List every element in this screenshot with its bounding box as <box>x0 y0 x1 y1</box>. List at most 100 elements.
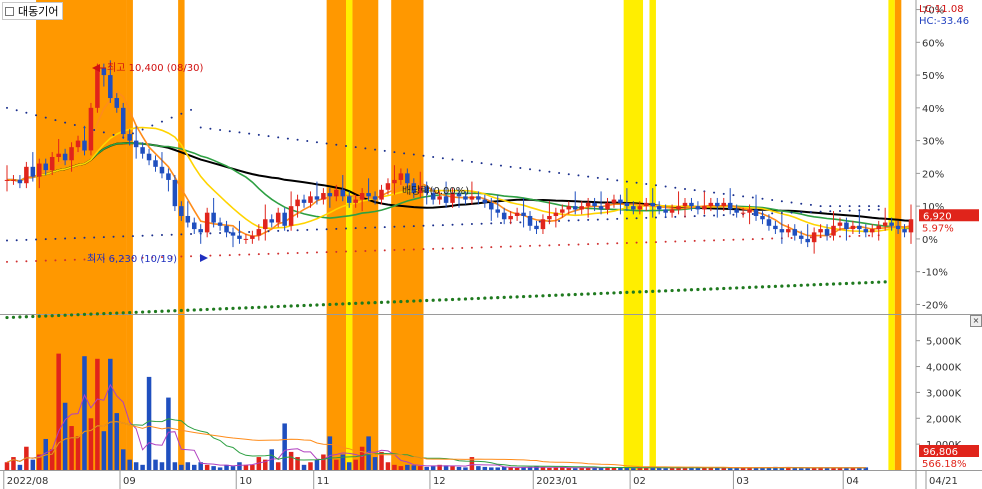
candle-body <box>495 209 501 213</box>
candle-body <box>398 173 404 180</box>
mid-envelope-dot <box>122 235 125 238</box>
candle-body <box>514 212 520 216</box>
candle-body <box>30 166 36 177</box>
lower-envelope-dot <box>790 236 793 239</box>
candle-body <box>11 179 16 181</box>
lower-envelope-dot <box>335 250 338 253</box>
volume-bar <box>166 397 171 470</box>
candle-body <box>805 238 810 243</box>
mid-envelope-dot <box>354 227 357 230</box>
bottom-envelope-dot <box>760 285 765 289</box>
candle-body <box>82 140 87 151</box>
mid-envelope-dot <box>277 229 280 232</box>
candle-body <box>405 173 410 184</box>
price-tick-label: 20% <box>922 169 944 180</box>
volume-bar <box>631 468 636 470</box>
bottom-envelope-dot <box>844 281 849 286</box>
highlight-band <box>649 0 656 470</box>
candle-body <box>69 147 74 161</box>
mid-envelope-dot <box>345 227 347 230</box>
bottom-envelope-dot <box>819 282 823 287</box>
candle-body <box>43 163 49 171</box>
candle-body <box>24 166 29 184</box>
upper-envelope-dot <box>44 116 47 119</box>
bottom-envelope-dot <box>593 292 597 296</box>
upper-envelope-dot <box>625 180 628 183</box>
bottom-envelope-dot <box>315 303 319 307</box>
upper-envelope-dot <box>170 116 173 119</box>
bottom-envelope-dot <box>141 310 145 314</box>
volume-bar <box>508 467 513 470</box>
bottom-envelope-dot <box>263 305 267 309</box>
candle-body <box>321 193 326 200</box>
volume-bar <box>456 466 462 470</box>
lower-envelope-dot <box>577 243 580 246</box>
upper-envelope-dot <box>422 154 425 157</box>
lower-envelope-dot <box>325 251 328 254</box>
mid-envelope-dot <box>577 219 580 222</box>
volume-bar <box>411 465 417 470</box>
menu-square-icon[interactable] <box>5 6 14 16</box>
lower-envelope-dot <box>470 246 473 249</box>
candle-body <box>443 196 449 203</box>
volume-bar <box>398 466 404 470</box>
lower-envelope-dot <box>829 235 832 238</box>
lower-envelope-dot <box>538 244 541 247</box>
mid-envelope-dot <box>83 236 86 239</box>
mid-envelope-dot <box>141 234 144 237</box>
candle-body <box>366 193 371 197</box>
candle-body <box>534 225 539 230</box>
bottom-envelope-dot <box>618 291 623 295</box>
mid-envelope-dot <box>160 234 163 237</box>
lower-envelope-dot <box>209 254 212 257</box>
volume-bar <box>831 468 836 470</box>
date-tick-label: 10 <box>239 476 252 487</box>
mid-envelope-dot <box>848 209 851 212</box>
candle-body <box>786 229 791 233</box>
mid-envelope-dot <box>393 225 396 228</box>
upper-envelope-dot <box>606 178 609 181</box>
high-annotation: 최고 10,400 (08/30) <box>92 62 203 74</box>
date-tick-label: 03 <box>736 476 749 487</box>
bottom-envelope-dot <box>431 298 435 302</box>
upper-envelope-dot <box>732 194 735 197</box>
highlight-band <box>346 0 353 470</box>
mid-envelope-dot <box>403 225 406 228</box>
bottom-envelope-dot <box>831 282 836 286</box>
upper-envelope-dot <box>248 132 251 135</box>
bottom-envelope-dot <box>63 313 67 317</box>
lower-envelope-dot <box>461 246 464 249</box>
lower-envelope-dot <box>751 238 754 241</box>
stock-title[interactable]: 대동기어 <box>2 2 64 20</box>
volume-bar <box>133 462 139 470</box>
lower-envelope-dot <box>519 245 522 248</box>
bottom-envelope-dot <box>108 311 112 315</box>
candle-body <box>62 153 68 161</box>
bottom-envelope-dot <box>715 287 719 291</box>
candle-body <box>340 189 346 197</box>
mid-envelope-dot <box>15 239 18 242</box>
high-label: 최고 10,400 (08/30) <box>107 62 203 74</box>
bottom-envelope-dot <box>676 288 681 292</box>
bottom-envelope-dot <box>405 299 409 303</box>
upper-envelope-dot <box>364 147 367 150</box>
candle-body <box>611 199 617 203</box>
lower-envelope-dot <box>54 259 57 262</box>
volume-bar <box>489 467 494 470</box>
mid-envelope-dot <box>519 221 522 224</box>
bottom-envelope-dot <box>541 294 545 298</box>
upper-envelope-dot <box>780 200 783 203</box>
volume-bar <box>108 358 113 470</box>
upper-envelope-dot <box>848 205 851 208</box>
upper-envelope-dot <box>809 203 812 206</box>
bottom-envelope-dot <box>463 297 468 301</box>
bottom-envelope-dot <box>806 283 810 287</box>
candle-body <box>230 232 236 236</box>
upper-envelope-dot <box>354 146 357 149</box>
highlight-band <box>352 0 379 470</box>
upper-envelope-dot <box>199 126 202 129</box>
mid-envelope-dot <box>151 234 154 237</box>
close-panel-button[interactable]: × <box>970 315 982 327</box>
mid-envelope-dot <box>432 224 435 227</box>
volume-bar <box>62 402 68 470</box>
